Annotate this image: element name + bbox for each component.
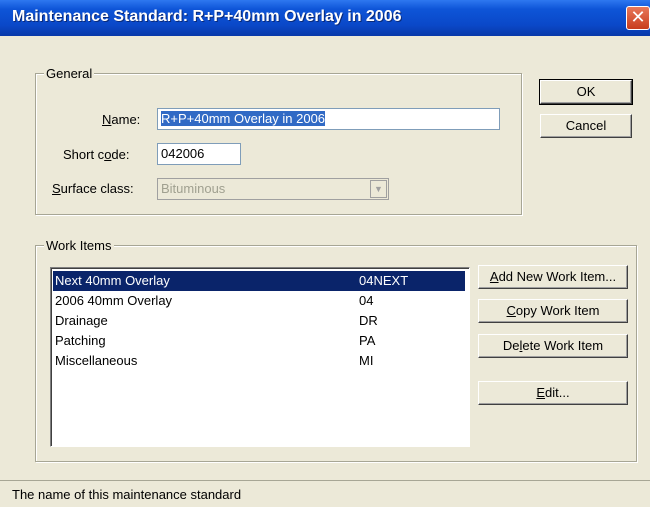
chevron-down-icon[interactable]: ▼ xyxy=(370,180,387,198)
status-bar: The name of this maintenance standard xyxy=(0,480,650,507)
work-items-list[interactable]: Next 40mm Overlay 04NEXT 2006 40mm Overl… xyxy=(50,267,470,447)
surface-class-label: Surface class: xyxy=(52,181,134,196)
list-item[interactable]: 2006 40mm Overlay 04 xyxy=(53,291,465,311)
work-items-group-label: Work Items xyxy=(44,238,114,253)
short-code-label: Short code: xyxy=(63,147,130,162)
name-field[interactable]: R+P+40mm Overlay in 2006 xyxy=(157,108,500,130)
surface-class-value: Bituminous xyxy=(161,181,226,196)
window-title: Maintenance Standard: R+P+40mm Overlay i… xyxy=(12,8,402,25)
surface-class-select[interactable]: Bituminous ▼ xyxy=(157,178,389,200)
general-group-label: General xyxy=(44,66,95,81)
name-field-value: R+P+40mm Overlay in 2006 xyxy=(161,111,326,126)
list-item[interactable]: Patching PA xyxy=(53,331,465,351)
list-item[interactable]: Next 40mm Overlay 04NEXT xyxy=(53,271,465,291)
add-work-item-button[interactable]: Add New Work Item... xyxy=(478,265,628,289)
list-item[interactable]: Miscellaneous MI xyxy=(53,351,465,371)
close-icon[interactable]: ✕ xyxy=(626,6,650,30)
delete-work-item-button[interactable]: Delete Work Item xyxy=(478,334,628,358)
list-item[interactable]: Drainage DR xyxy=(53,311,465,331)
cancel-button[interactable]: Cancel xyxy=(540,114,632,138)
short-code-field[interactable]: 042006 xyxy=(157,143,241,165)
name-label: Name: xyxy=(102,112,141,127)
title-bar[interactable]: Maintenance Standard: R+P+40mm Overlay i… xyxy=(0,0,650,36)
copy-work-item-button[interactable]: Copy Work Item xyxy=(478,299,628,323)
status-text: The name of this maintenance standard xyxy=(12,487,242,502)
ok-button[interactable]: OK xyxy=(539,79,633,105)
edit-button[interactable]: Edit... xyxy=(478,381,628,405)
